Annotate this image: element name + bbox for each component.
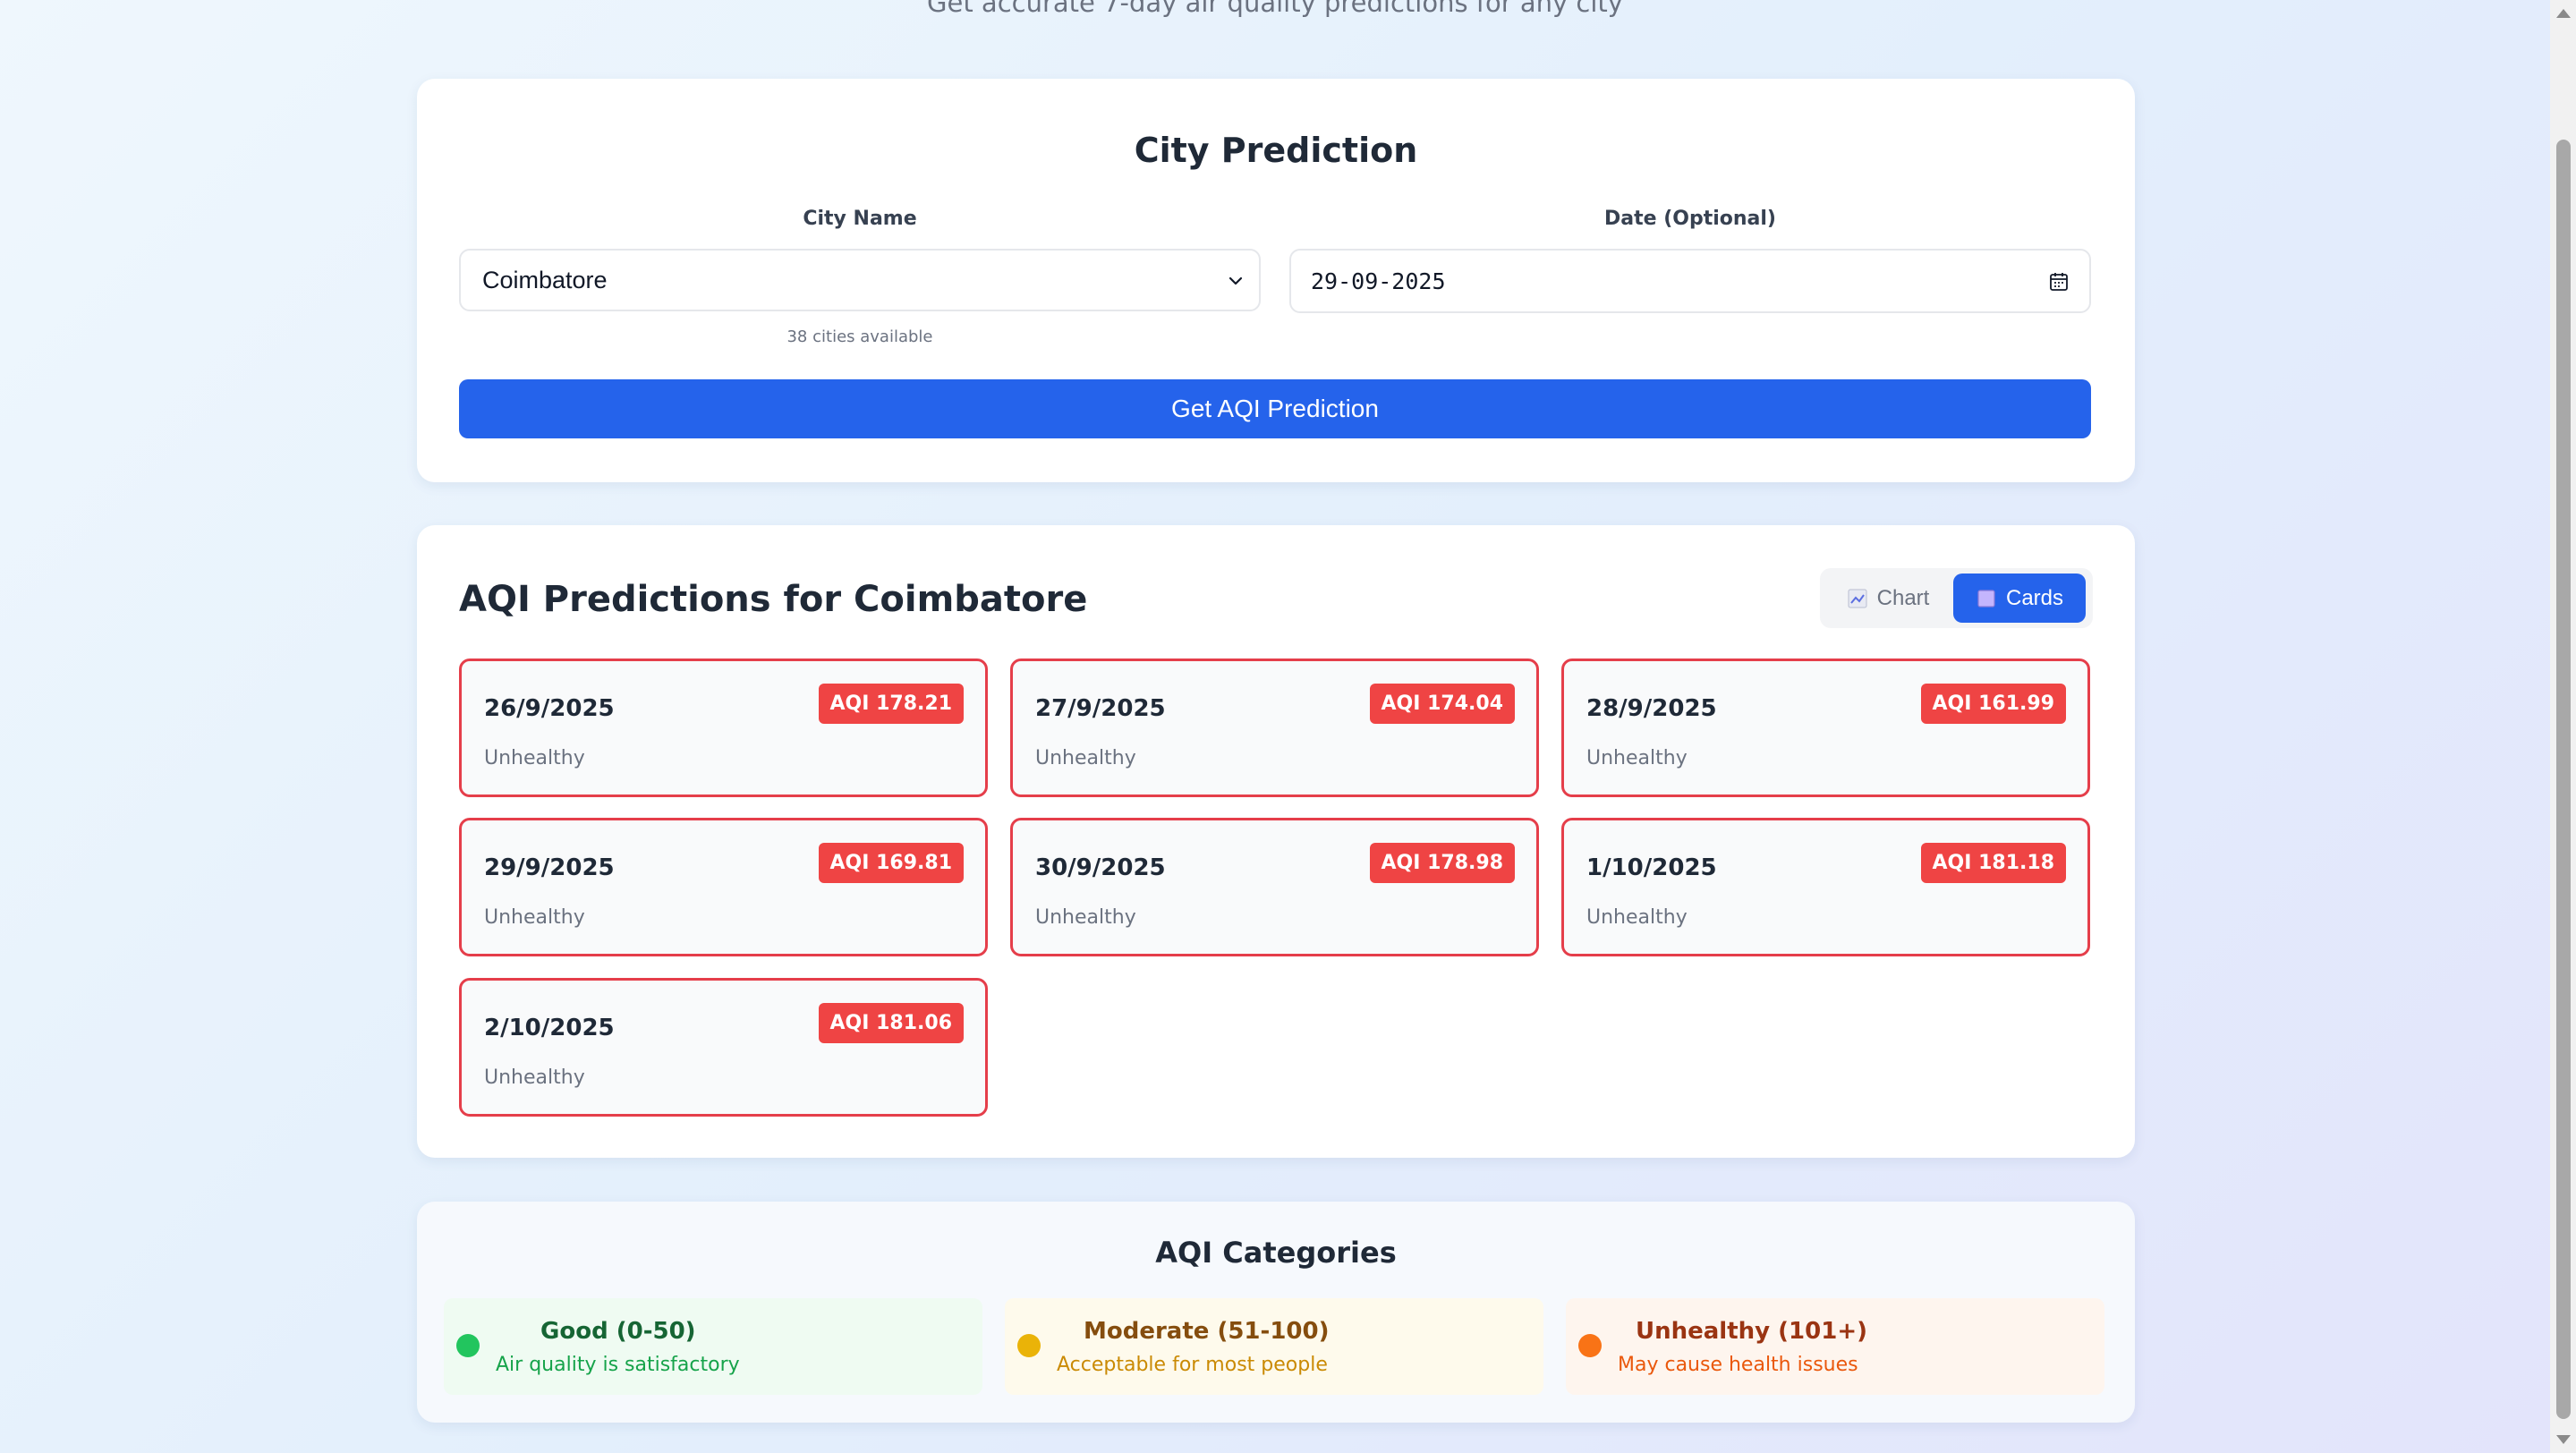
scroll-thumb[interactable] <box>2556 140 2571 1419</box>
card-date: 28/9/2025 <box>1586 695 1717 722</box>
yellow-dot-icon <box>1017 1334 1041 1357</box>
card-date: 29/9/2025 <box>484 854 615 881</box>
legend-desc: Air quality is satisfactory <box>496 1354 740 1376</box>
results-title: AQI Predictions for Coimbatore <box>459 579 1088 620</box>
aqi-badge: AQI 161.99 <box>1920 684 2066 724</box>
card-category: Unhealthy <box>484 1066 585 1089</box>
aqi-categories-title: AQI Categories <box>1155 1236 1397 1270</box>
view-toggle: Chart Cards <box>1820 568 2093 628</box>
legend-desc: Acceptable for most people <box>1057 1354 1328 1376</box>
aqi-predictions-panel: AQI Predictions for Coimbatore Chart Car… <box>417 525 2135 1158</box>
calendar-icon[interactable] <box>2048 271 2070 293</box>
aqi-badge: AQI 181.18 <box>1920 843 2066 883</box>
card-date: 26/9/2025 <box>484 695 615 722</box>
cards-icon <box>1977 589 1995 608</box>
date-input-value: 29-09-2025 <box>1311 268 1446 294</box>
cards-view-label: Cards <box>2005 585 2064 610</box>
aqi-badge: AQI 174.04 <box>1369 684 1515 724</box>
date-input[interactable]: 29-09-2025 <box>1289 249 2091 313</box>
aqi-badge: AQI 178.98 <box>1369 843 1515 883</box>
legend-item-good: Good (0-50) Air quality is satisfactory <box>444 1298 982 1395</box>
page-subtitle: Get accurate 7-day air quality predictio… <box>927 0 1623 18</box>
scroll-down-arrow-icon[interactable] <box>2556 1435 2571 1444</box>
scroll-up-arrow-icon[interactable] <box>2556 9 2571 18</box>
card-category: Unhealthy <box>484 906 585 929</box>
legend-name: Unhealthy (101+) <box>1636 1318 1867 1345</box>
card-category: Unhealthy <box>1586 747 1688 769</box>
city-prediction-title: City Prediction <box>1134 131 1418 170</box>
prediction-card[interactable]: 2/10/2025 AQI 181.06 Unhealthy <box>459 978 988 1117</box>
legend-desc: May cause health issues <box>1618 1354 1858 1376</box>
orange-dot-icon <box>1578 1334 1602 1357</box>
page: Get accurate 7-day air quality predictio… <box>0 0 2550 1453</box>
aqi-badge: AQI 178.21 <box>818 684 964 724</box>
cities-available-hint: 38 cities available <box>786 327 933 346</box>
chevron-down-icon <box>1228 276 1243 285</box>
city-select-value: Coimbatore <box>482 266 608 293</box>
green-dot-icon <box>456 1334 480 1357</box>
chart-view-button[interactable]: Chart <box>1825 574 1951 623</box>
chart-view-label: Chart <box>1876 585 1930 610</box>
card-category: Unhealthy <box>484 747 585 769</box>
cards-view-button[interactable]: Cards <box>1953 574 2086 623</box>
prediction-card[interactable]: 27/9/2025 AQI 174.04 Unhealthy <box>1010 659 1539 797</box>
date-label: Date (Optional) <box>1604 208 1776 230</box>
card-date: 30/9/2025 <box>1035 854 1166 881</box>
card-date: 27/9/2025 <box>1035 695 1166 722</box>
legend-name: Moderate (51-100) <box>1084 1318 1330 1345</box>
city-select[interactable]: Coimbatore <box>459 249 1261 311</box>
card-category: Unhealthy <box>1586 906 1688 929</box>
city-name-label: City Name <box>803 208 917 230</box>
aqi-badge: AQI 169.81 <box>818 843 964 883</box>
prediction-card[interactable]: 29/9/2025 AQI 169.81 Unhealthy <box>459 818 988 956</box>
card-category: Unhealthy <box>1035 906 1136 929</box>
city-prediction-panel: City Prediction City Name Coimbatore 38 … <box>417 79 2135 482</box>
vertical-scrollbar[interactable] <box>2550 0 2576 1453</box>
prediction-card[interactable]: 26/9/2025 AQI 178.21 Unhealthy <box>459 659 988 797</box>
legend-name: Good (0-50) <box>540 1318 696 1345</box>
legend-item-moderate: Moderate (51-100) Acceptable for most pe… <box>1005 1298 1543 1395</box>
aqi-categories-panel: AQI Categories Good (0-50) Air quality i… <box>417 1202 2135 1423</box>
prediction-card[interactable]: 1/10/2025 AQI 181.18 Unhealthy <box>1561 818 2090 956</box>
card-date: 2/10/2025 <box>484 1015 615 1041</box>
prediction-card[interactable]: 28/9/2025 AQI 161.99 Unhealthy <box>1561 659 2090 797</box>
chart-icon <box>1848 589 1867 608</box>
card-date: 1/10/2025 <box>1586 854 1717 881</box>
legend-item-unhealthy: Unhealthy (101+) May cause health issues <box>1566 1298 2104 1395</box>
card-category: Unhealthy <box>1035 747 1136 769</box>
aqi-badge: AQI 181.06 <box>818 1003 964 1043</box>
get-aqi-prediction-button[interactable]: Get AQI Prediction <box>459 379 2091 438</box>
prediction-card[interactable]: 30/9/2025 AQI 178.98 Unhealthy <box>1010 818 1539 956</box>
